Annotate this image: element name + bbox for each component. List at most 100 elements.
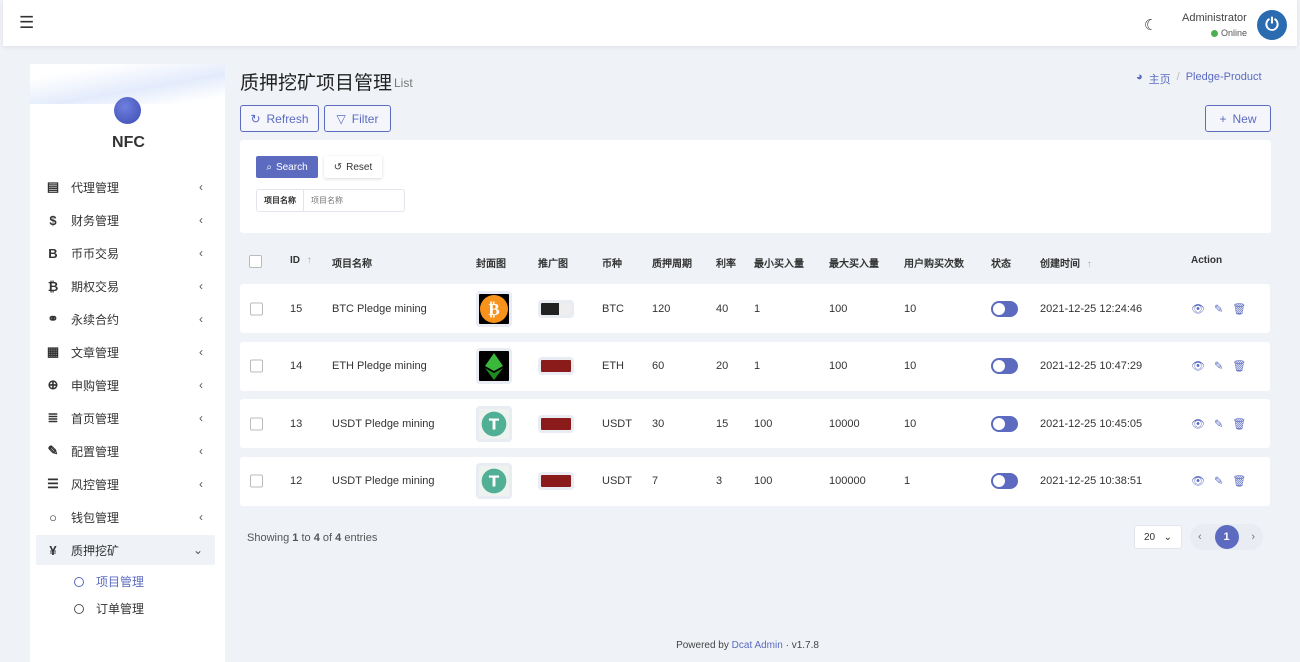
per-page-select[interactable]: 20 ⌄ [1134,525,1182,549]
tether-cover-image[interactable]: T [476,463,512,499]
next-page-button[interactable]: › [1251,531,1255,543]
cell-coin: USDT [602,417,632,430]
tether-cover-image[interactable]: T [476,405,512,442]
select-all-checkbox[interactable] [249,255,262,268]
cell-name: USDT Pledge mining [332,475,435,487]
cell-min: 1 [754,360,761,372]
cell-period: 120 [652,302,671,315]
newspaper-icon: ▦ [46,344,60,359]
edit-icon[interactable]: ✎ [1214,475,1223,488]
status-toggle[interactable] [991,473,1018,489]
sidebar-item[interactable]: ✎ 配置管理 ‹ [30,436,215,466]
refresh-button[interactable]: ↻ Refresh [240,105,319,132]
column-header[interactable]: 创建时间 ↑ [1040,255,1092,270]
brand-logo-icon [114,97,141,124]
cell-id: 13 [290,417,303,430]
table-row: 14 ETH Pledge mining ETH 60 20 1 100 10 … [240,341,1270,391]
chevron-left-icon: ‹ [199,246,203,260]
cell-rate: 20 [716,360,729,372]
filter-button[interactable]: ▽ Filter [324,105,391,132]
page-1-button[interactable]: 1 [1214,525,1239,549]
sort-arrow-icon[interactable]: ↑ [307,255,312,266]
edit-icon[interactable]: ✎ [1214,417,1223,430]
promo-image[interactable] [538,414,574,433]
sidebar-item[interactable]: ○ 钱包管理 ‹ [30,502,215,532]
sidebar-item[interactable]: ₿ 期权交易 ‹ [30,271,215,301]
sidebar-subitem-label: 订单管理 [96,602,145,616]
cell-max: 10000 [829,417,860,430]
project-name-input[interactable] [304,190,399,211]
promo-image[interactable] [538,357,574,375]
trash-icon[interactable]: 🗑 [1232,302,1246,315]
sidebar-item[interactable]: ⊕ 申购管理 ‹ [30,370,215,400]
row-actions: 👁 ✎ 🗑 [1191,360,1246,373]
sidebar-item[interactable]: ☰ 风控管理 ‹ [30,469,215,499]
row-checkbox[interactable] [250,302,263,315]
cell-created: 2021-12-25 10:45:05 [1040,417,1143,430]
eye-icon[interactable]: 👁 [1191,360,1205,373]
cell-coin: ETH [602,360,624,372]
sidebar-item[interactable]: ¥ 质押挖矿 ⌄ [36,535,215,565]
avatar[interactable]: ⏻ [1257,10,1287,40]
column-header: 利率 [716,259,736,270]
status-toggle[interactable] [991,358,1018,374]
user-name[interactable]: Administrator [1182,12,1247,24]
sidebar-item[interactable]: ⚭ 永续合约 ‹ [30,304,215,334]
promo-image[interactable] [538,472,574,490]
chevron-left-icon: ‹ [199,180,203,194]
plus-icon: + [1219,111,1227,126]
status-toggle[interactable] [991,415,1018,432]
search-button[interactable]: ⌕ Search [256,156,318,178]
sidebar-item-label: 财务管理 [71,213,120,228]
menu-toggle-icon[interactable]: ☰ [19,13,34,33]
cell-period: 60 [652,360,665,372]
trash-icon[interactable]: 🗑 [1232,360,1246,373]
footer: Powered by Dcat Admin · v1.7.8 [676,640,819,651]
row-checkbox[interactable] [250,474,263,488]
sidebar-subitem[interactable]: 项目管理 [74,573,144,590]
eye-icon[interactable]: 👁 [1191,417,1205,430]
sidebar-item[interactable]: ▦ 文章管理 ‹ [30,337,215,367]
breadcrumb-home[interactable]: 主页 [1149,71,1171,87]
promo-image[interactable] [538,299,574,318]
bitcoin-b-icon: B [48,245,58,261]
ethereum-cover-image[interactable] [476,348,512,384]
sidebar-item[interactable]: B 币币交易 ‹ [30,238,215,268]
sort-arrow-icon[interactable]: ↑ [1087,259,1092,270]
dcat-admin-link[interactable]: Dcat Admin [732,640,783,651]
sidebar-item[interactable]: $ 财务管理 ‹ [30,205,215,235]
pagination: ‹ 1 › [1190,524,1263,550]
cell-id: 12 [290,475,303,487]
sidebar-item[interactable]: ≣ 首页管理 ‹ [30,403,215,433]
new-button[interactable]: + New [1205,105,1271,132]
cell-coin: USDT [602,475,632,487]
row-checkbox[interactable] [250,359,263,373]
filter-field-label: 项目名称 [257,190,304,211]
bitcoin-cover-image[interactable]: ₿ [476,290,512,327]
column-header: 最大买入量 [829,259,879,270]
sidebar-item[interactable]: ▤ 代理管理 ‹ [30,172,215,202]
sidebar-subitem[interactable]: 订单管理 [74,600,144,617]
top-navbar: ☰ ☾ Administrator Online ⏻ [3,0,1297,46]
eye-icon[interactable]: 👁 [1191,302,1205,315]
trash-icon[interactable]: 🗑 [1232,475,1246,488]
status-toggle[interactable] [991,300,1018,317]
circle-icon [74,576,84,587]
reset-button[interactable]: ↺ Reset [324,156,382,178]
sidebar-item-label: 代理管理 [71,180,120,195]
cell-max: 100000 [829,475,866,487]
trash-icon[interactable]: 🗑 [1232,417,1246,430]
edit-icon[interactable]: ✎ [1214,360,1223,373]
prev-page-button[interactable]: ‹ [1198,531,1202,543]
dollar-icon: $ [49,212,57,228]
id-card-icon: ▤ [46,179,60,194]
chevron-left-icon: ‹ [199,510,203,524]
eye-icon[interactable]: 👁 [1191,475,1205,488]
svg-text:T: T [489,415,500,433]
column-header[interactable]: ID ↑ [290,255,312,266]
edit-icon[interactable]: ✎ [1214,302,1223,315]
row-checkbox[interactable] [250,417,263,430]
link-icon: ⚭ [47,311,59,326]
svg-text:₿: ₿ [488,300,499,320]
dark-mode-moon-icon[interactable]: ☾ [1144,16,1157,34]
